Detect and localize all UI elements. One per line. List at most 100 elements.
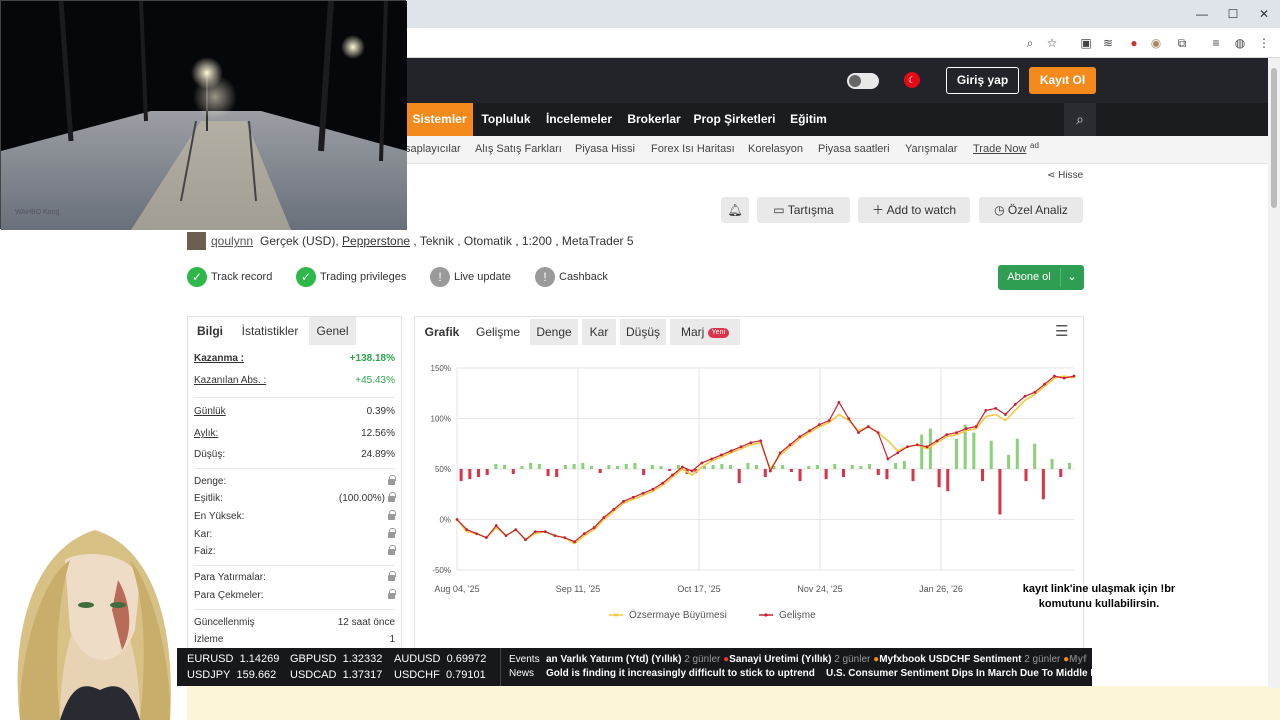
minimize-icon[interactable]: — (1192, 4, 1212, 24)
events-ticker[interactable]: an Varlık Yatırım (Ytd) (Yıllık) 2 günle… (546, 654, 1092, 665)
data-bar (798, 469, 802, 482)
account-details: , Teknik , Otomatik , 1:200 , MetaTrader… (410, 234, 634, 248)
webcam-watermark: WAHBO Kong (15, 209, 60, 216)
y-tick-label: 150% (431, 364, 451, 373)
subscribe-button[interactable]: Abone ol ⌄ (998, 265, 1084, 290)
lock-icon (388, 528, 396, 540)
data-bar (1067, 462, 1071, 469)
data-point (1072, 374, 1076, 378)
tab-drawdown[interactable]: Düşüş (620, 319, 666, 345)
maximize-icon[interactable]: ☐ (1223, 4, 1243, 24)
quote-usdjpy[interactable]: USDJPY 159.662 (187, 669, 276, 681)
badge-live-update[interactable]: ! Live update (430, 267, 511, 287)
stat-abs-gain: Kazanılan Abs. : +45.43% (194, 375, 395, 393)
badge-trading-privileges[interactable]: ✓ Trading privileges (296, 267, 406, 287)
subnav-item[interactable]: Forex Isı Haritası (651, 136, 735, 164)
quote-symbol: USDCHF (394, 669, 440, 681)
subnav-item[interactable]: Korelasyon (748, 136, 803, 164)
news-ticker[interactable]: Gold is finding it increasingly difficul… (546, 668, 1092, 679)
legend-marker (764, 613, 768, 617)
register-button[interactable]: Kayıt Ol (1029, 67, 1096, 94)
subnav-item[interactable]: saplayıcılar (405, 136, 461, 164)
extension-icon[interactable]: ◉ (1148, 35, 1164, 51)
profile-icon[interactable]: ◍ (1232, 35, 1248, 51)
badge-cashback[interactable]: ! Cashback (535, 267, 608, 287)
theme-toggle[interactable] (847, 73, 879, 89)
data-point (1033, 390, 1037, 394)
event-time: 2 günler (1024, 654, 1061, 665)
broker-link[interactable]: Pepperstone (342, 234, 410, 248)
x-tick-label: Nov 24, '25 (797, 584, 842, 594)
subnav-item[interactable]: Piyasa Hissi (575, 136, 635, 164)
puzzle-icon[interactable]: ⧉ (1174, 35, 1190, 51)
media-icon[interactable]: ≡ (1208, 35, 1224, 51)
subnav-item-trade-now[interactable]: Trade Now (973, 136, 1026, 164)
nav-item-community[interactable]: Topluluk (478, 103, 534, 136)
tab-balance[interactable]: Denge (530, 319, 578, 345)
turkey-flag-icon[interactable]: ☾ (904, 72, 920, 88)
settings-sliders-icon[interactable]: ☰ (1055, 322, 1068, 340)
tab-growth[interactable]: Gelişme (470, 319, 526, 345)
quote-usdcad[interactable]: USDCAD 1.37317 (290, 669, 382, 681)
quote-usdchf[interactable]: USDCHF 0.79101 (394, 669, 486, 681)
streamer-avatar-illustration (17, 530, 171, 720)
check-icon: ✓ (187, 267, 207, 287)
bell-icon[interactable]: 🔔︎ (721, 197, 749, 223)
data-point (739, 445, 743, 449)
zoom-icon[interactable]: ⌕ (1022, 35, 1038, 51)
quote-symbol: AUDUSD (394, 653, 441, 665)
username-link[interactable]: qoulynn (211, 234, 253, 248)
data-point (788, 443, 792, 447)
custom-analysis-button[interactable]: ◷ Özel Analiz (979, 197, 1083, 223)
data-bar (859, 465, 863, 469)
data-bar (937, 469, 941, 488)
badge-track-record[interactable]: ✓ Track record (187, 267, 272, 287)
nav-item-prop-firms[interactable]: Prop Şirketleri (692, 103, 777, 136)
extension-icon[interactable]: ● (1126, 35, 1142, 51)
data-bar (954, 438, 958, 469)
extension-icon[interactable]: ≋ (1100, 35, 1116, 51)
extension-icon[interactable]: ▣ (1078, 35, 1094, 51)
account-info: Gerçek (USD), Pepperstone , Teknik , Oto… (260, 234, 634, 248)
scrollbar[interactable] (1268, 58, 1280, 688)
quote-eurusd[interactable]: EURUSD 1.14269 (187, 653, 279, 665)
lock-icon (388, 571, 396, 583)
data-point (710, 457, 714, 461)
stat-label: En Yüksek: (194, 511, 245, 522)
quote-value: 159.662 (236, 669, 277, 681)
share-link[interactable]: ⋖ Hisse (1047, 170, 1083, 181)
data-point (573, 540, 576, 544)
discussion-button[interactable]: ▭ Tartışma (757, 197, 850, 223)
stat-gain: Kazanma : +138.18% (194, 353, 395, 371)
subnav-item[interactable]: Piyasa saatleri (818, 136, 890, 164)
data-point (876, 431, 880, 435)
menu-icon[interactable]: ⋮ (1256, 35, 1272, 51)
scrollbar-thumb[interactable] (1271, 68, 1277, 208)
data-bar (972, 432, 976, 469)
quote-audusd[interactable]: AUDUSD 0.69972 (394, 653, 486, 665)
search-icon[interactable]: ⌕ (1064, 103, 1096, 136)
nav-item-reviews[interactable]: İncelemeler (543, 103, 615, 136)
y-tick-label: 100% (431, 415, 451, 424)
avatar[interactable] (187, 232, 206, 250)
tab-profit[interactable]: Kar (582, 319, 616, 345)
tab-statistics[interactable]: İstatistikler (233, 317, 307, 345)
data-bar (476, 469, 481, 478)
nav-item-brokers[interactable]: Brokerlar (624, 103, 684, 136)
nav-item-systems[interactable]: Sistemler (406, 103, 473, 136)
tab-margin[interactable]: Marj Yeni (670, 319, 740, 345)
tab-general[interactable]: Genel (309, 317, 356, 345)
subnav-item[interactable]: Yarışmalar (905, 136, 957, 164)
add-to-watch-button[interactable]: ＋ Add to watch (858, 197, 970, 223)
subnav-item[interactable]: Alış Satış Farkları (475, 136, 562, 164)
quote-gbpusd[interactable]: GBPUSD 1.32332 (290, 653, 382, 665)
chevron-down-icon[interactable]: ⌄ (1062, 265, 1082, 290)
close-icon[interactable]: ✕ (1254, 4, 1274, 24)
stat-value: 1 (389, 634, 395, 645)
login-button[interactable]: Giriş yap (946, 67, 1019, 94)
stat-equity: Eşitlik: (100.00%) (194, 492, 396, 511)
tab-chart[interactable]: Grafik (420, 319, 464, 345)
tab-info[interactable]: Bilgi (193, 317, 227, 345)
nav-item-education[interactable]: Eğitim (785, 103, 832, 136)
bookmark-star-icon[interactable]: ☆ (1044, 35, 1060, 51)
